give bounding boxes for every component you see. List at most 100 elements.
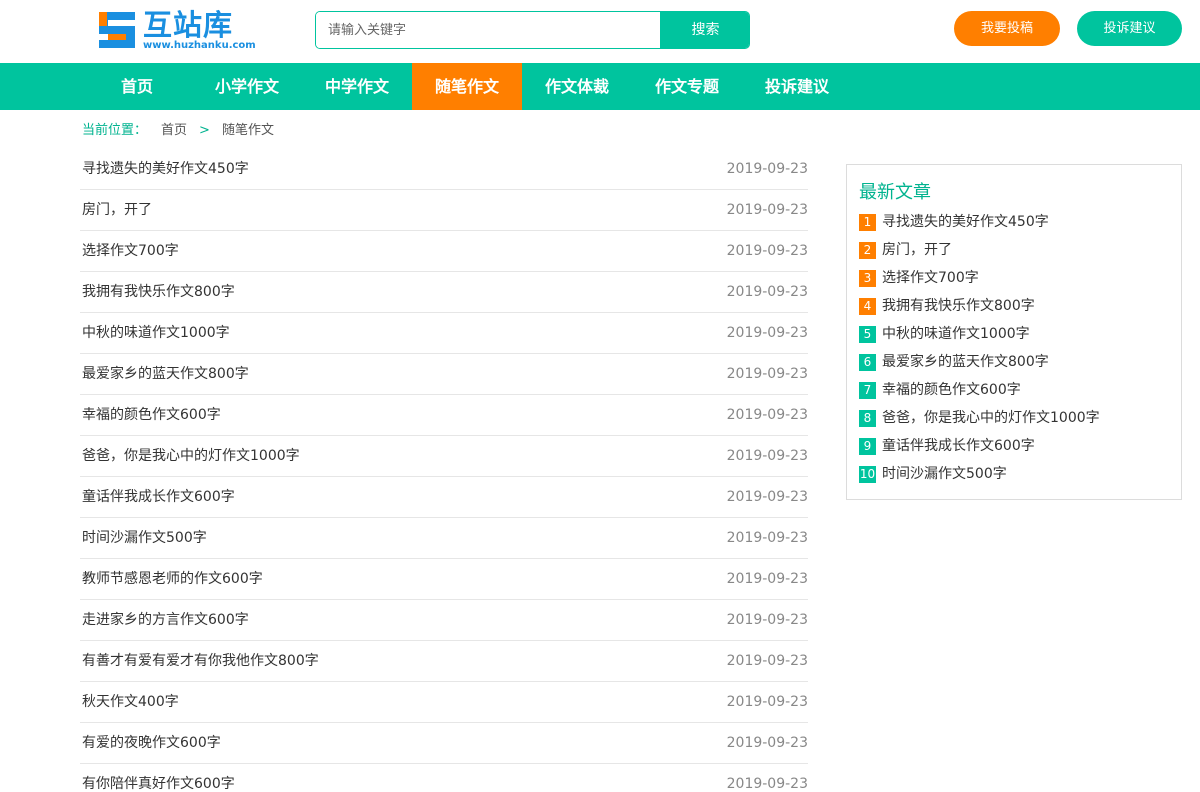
search-button[interactable]: 搜索 bbox=[660, 12, 749, 48]
latest-articles-title: 最新文章 bbox=[859, 182, 931, 203]
rank-badge: 7 bbox=[859, 382, 876, 399]
article-row[interactable]: 有善才有爱有爱才有你我他作文800字 2019-09-23 bbox=[80, 641, 808, 682]
article-row[interactable]: 房门，开了 2019-09-23 bbox=[80, 190, 808, 231]
rank-badge: 1 bbox=[859, 214, 876, 231]
nav-item-essay[interactable]: 随笔作文 bbox=[412, 63, 522, 110]
article-date: 2019-09-23 bbox=[726, 407, 808, 423]
article-title-link[interactable]: 教师节感恩老师的作文600字 bbox=[82, 569, 263, 589]
article-date: 2019-09-23 bbox=[726, 489, 808, 505]
article-title-link[interactable]: 选择作文700字 bbox=[82, 241, 179, 261]
latest-article-item[interactable]: 5 中秋的味道作文1000字 bbox=[859, 324, 1175, 352]
article-date: 2019-09-23 bbox=[726, 161, 808, 177]
latest-article-item[interactable]: 9 童话伴我成长作文600字 bbox=[859, 436, 1175, 464]
article-title-link[interactable]: 时间沙漏作文500字 bbox=[82, 528, 207, 548]
latest-articles-panel: 最新文章 1 寻找遗失的美好作文450字 2 房门，开了 3 选择作文700字 4 我拥有我快… bbox=[846, 164, 1182, 500]
article-date: 2019-09-23 bbox=[726, 284, 808, 300]
article-date: 2019-09-23 bbox=[726, 694, 808, 710]
article-date: 2019-09-23 bbox=[726, 325, 808, 341]
nav-item-home[interactable]: 首页 bbox=[82, 63, 192, 110]
rank-badge: 2 bbox=[859, 242, 876, 259]
article-row[interactable]: 有你陪伴真好作文600字 2019-09-23 bbox=[80, 764, 808, 792]
article-date: 2019-09-23 bbox=[726, 530, 808, 546]
latest-article-link[interactable]: 房门，开了 bbox=[882, 240, 952, 260]
article-title-link[interactable]: 寻找遗失的美好作文450字 bbox=[82, 159, 249, 179]
article-row[interactable]: 幸福的颜色作文600字 2019-09-23 bbox=[80, 395, 808, 436]
search-box: 搜索 bbox=[315, 11, 750, 49]
article-date: 2019-09-23 bbox=[726, 243, 808, 259]
main-nav: 首页 小学作文 中学作文 随笔作文 作文体裁 作文专题 投诉建议 bbox=[0, 63, 1200, 110]
search-input[interactable] bbox=[316, 12, 660, 48]
article-title-link[interactable]: 有你陪伴真好作文600字 bbox=[82, 774, 235, 792]
article-title-link[interactable]: 中秋的味道作文1000字 bbox=[82, 323, 230, 343]
breadcrumb-separator: > bbox=[199, 123, 210, 138]
rank-badge: 10 bbox=[859, 466, 876, 483]
article-row[interactable]: 寻找遗失的美好作文450字 2019-09-23 bbox=[80, 149, 808, 190]
article-title-link[interactable]: 秋天作文400字 bbox=[82, 692, 179, 712]
latest-article-item[interactable]: 1 寻找遗失的美好作文450字 bbox=[859, 212, 1175, 240]
article-title-link[interactable]: 我拥有我快乐作文800字 bbox=[82, 282, 235, 302]
article-date: 2019-09-23 bbox=[726, 448, 808, 464]
article-title-link[interactable]: 爸爸，你是我心中的灯作文1000字 bbox=[82, 446, 300, 466]
article-row[interactable]: 选择作文700字 2019-09-23 bbox=[80, 231, 808, 272]
latest-article-link[interactable]: 我拥有我快乐作文800字 bbox=[882, 296, 1035, 316]
article-list: 寻找遗失的美好作文450字 2019-09-23 房门，开了 2019-09-23 选择… bbox=[80, 149, 808, 792]
nav-item-middle-school[interactable]: 中学作文 bbox=[302, 63, 412, 110]
latest-article-item[interactable]: 7 幸福的颜色作文600字 bbox=[859, 380, 1175, 408]
article-title-link[interactable]: 走进家乡的方言作文600字 bbox=[82, 610, 249, 630]
breadcrumb-label: 当前位置： bbox=[82, 123, 148, 138]
nav-item-primary-school[interactable]: 小学作文 bbox=[192, 63, 302, 110]
submit-article-button[interactable]: 我要投稿 bbox=[954, 11, 1060, 46]
article-title-link[interactable]: 有善才有爱有爱才有你我他作文800字 bbox=[82, 651, 319, 671]
nav-item-genre[interactable]: 作文体裁 bbox=[522, 63, 632, 110]
logo-mark-icon bbox=[95, 8, 139, 52]
article-title-link[interactable]: 房门，开了 bbox=[82, 200, 152, 220]
latest-article-link[interactable]: 选择作文700字 bbox=[882, 268, 979, 288]
article-date: 2019-09-23 bbox=[726, 735, 808, 751]
article-row[interactable]: 教师节感恩老师的作文600字 2019-09-23 bbox=[80, 559, 808, 600]
latest-article-link[interactable]: 寻找遗失的美好作文450字 bbox=[882, 212, 1049, 232]
article-row[interactable]: 有爱的夜晚作文600字 2019-09-23 bbox=[80, 723, 808, 764]
rank-badge: 4 bbox=[859, 298, 876, 315]
latest-article-link[interactable]: 爸爸，你是我心中的灯作文1000字 bbox=[882, 408, 1100, 428]
article-row[interactable]: 秋天作文400字 2019-09-23 bbox=[80, 682, 808, 723]
article-row[interactable]: 最爱家乡的蓝天作文800字 2019-09-23 bbox=[80, 354, 808, 395]
complaint-button[interactable]: 投诉建议 bbox=[1077, 11, 1182, 46]
article-row[interactable]: 走进家乡的方言作文600字 2019-09-23 bbox=[80, 600, 808, 641]
rank-badge: 6 bbox=[859, 354, 876, 371]
article-date: 2019-09-23 bbox=[726, 653, 808, 669]
breadcrumb: 当前位置： 首页 > 随笔作文 bbox=[82, 121, 274, 141]
latest-articles-list: 1 寻找遗失的美好作文450字 2 房门，开了 3 选择作文700字 4 我拥有我快乐作文80… bbox=[859, 212, 1175, 492]
nav-item-complaint[interactable]: 投诉建议 bbox=[742, 63, 852, 110]
logo-text: 互站库 bbox=[143, 8, 234, 42]
latest-article-item[interactable]: 4 我拥有我快乐作文800字 bbox=[859, 296, 1175, 324]
latest-article-link[interactable]: 最爱家乡的蓝天作文800字 bbox=[882, 352, 1049, 372]
breadcrumb-home-link[interactable]: 首页 bbox=[161, 123, 187, 138]
article-date: 2019-09-23 bbox=[726, 366, 808, 382]
article-title-link[interactable]: 童话伴我成长作文600字 bbox=[82, 487, 235, 507]
site-logo[interactable]: 互站库 www.huzhanku.com bbox=[95, 8, 270, 54]
article-date: 2019-09-23 bbox=[726, 776, 808, 792]
rank-badge: 3 bbox=[859, 270, 876, 287]
latest-article-item[interactable]: 10 时间沙漏作文500字 bbox=[859, 464, 1175, 492]
article-row[interactable]: 时间沙漏作文500字 2019-09-23 bbox=[80, 518, 808, 559]
article-date: 2019-09-23 bbox=[726, 202, 808, 218]
latest-article-link[interactable]: 童话伴我成长作文600字 bbox=[882, 436, 1035, 456]
article-row[interactable]: 中秋的味道作文1000字 2019-09-23 bbox=[80, 313, 808, 354]
latest-article-item[interactable]: 2 房门，开了 bbox=[859, 240, 1175, 268]
latest-article-link[interactable]: 时间沙漏作文500字 bbox=[882, 464, 1007, 484]
latest-article-link[interactable]: 幸福的颜色作文600字 bbox=[882, 380, 1021, 400]
latest-article-item[interactable]: 8 爸爸，你是我心中的灯作文1000字 bbox=[859, 408, 1175, 436]
rank-badge: 9 bbox=[859, 438, 876, 455]
article-row[interactable]: 我拥有我快乐作文800字 2019-09-23 bbox=[80, 272, 808, 313]
article-title-link[interactable]: 幸福的颜色作文600字 bbox=[82, 405, 221, 425]
article-title-link[interactable]: 有爱的夜晚作文600字 bbox=[82, 733, 221, 753]
article-date: 2019-09-23 bbox=[726, 571, 808, 587]
nav-item-topics[interactable]: 作文专题 bbox=[632, 63, 742, 110]
article-row[interactable]: 爸爸，你是我心中的灯作文1000字 2019-09-23 bbox=[80, 436, 808, 477]
latest-article-item[interactable]: 3 选择作文700字 bbox=[859, 268, 1175, 296]
latest-article-link[interactable]: 中秋的味道作文1000字 bbox=[882, 324, 1030, 344]
latest-article-item[interactable]: 6 最爱家乡的蓝天作文800字 bbox=[859, 352, 1175, 380]
article-row[interactable]: 童话伴我成长作文600字 2019-09-23 bbox=[80, 477, 808, 518]
breadcrumb-current[interactable]: 随笔作文 bbox=[222, 123, 274, 138]
article-title-link[interactable]: 最爱家乡的蓝天作文800字 bbox=[82, 364, 249, 384]
